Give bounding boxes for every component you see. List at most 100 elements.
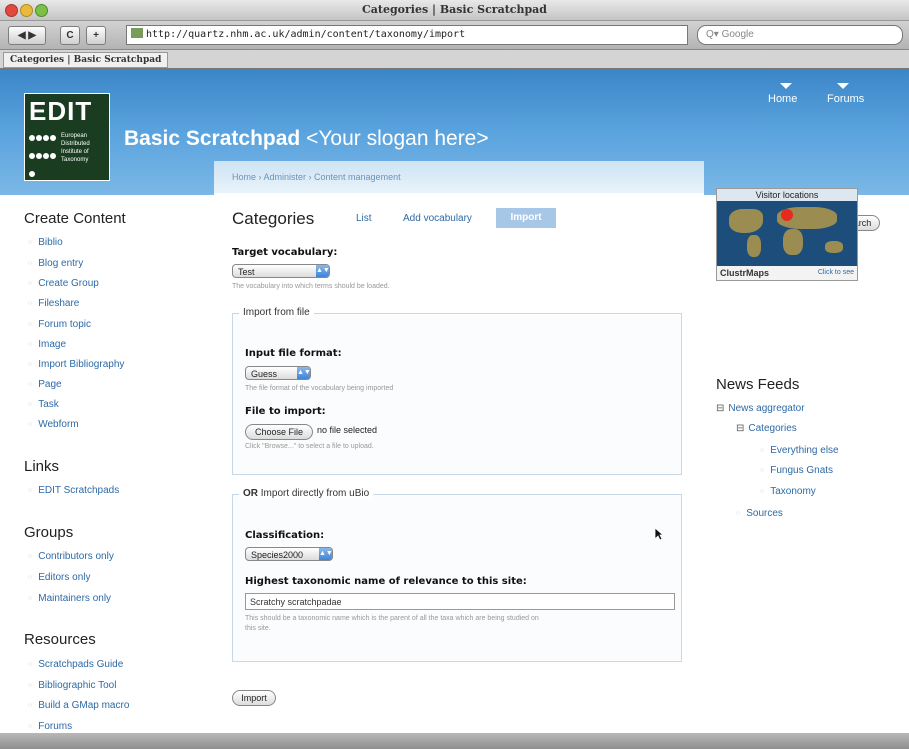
browser-search-field[interactable]: Q▾ Google: [697, 25, 903, 45]
map-land-shape: [747, 235, 761, 257]
classification-select[interactable]: Species2000 ▲▼: [245, 547, 333, 561]
sidebar-item-image[interactable]: Image: [28, 339, 66, 350]
sidebar-item-maintainers-only[interactable]: Maintainers only: [28, 593, 111, 604]
classification-label: Classification:: [245, 530, 325, 541]
tab-bar: Categories | Basic Scratchpad: [0, 50, 909, 69]
back-forward-button[interactable]: ◀ ▶: [8, 26, 46, 45]
map-land-shape: [729, 209, 763, 233]
map-visitor-dot: [781, 209, 793, 221]
main-content: Home › Administer › Content management C…: [214, 161, 704, 749]
import-from-file-legend: Import from file: [239, 307, 314, 318]
window-title: Categories | Basic Scratchpad: [362, 3, 547, 16]
browser-search-placeholder: Q▾ Google: [706, 29, 754, 40]
sidebar-item-scratchpads-guide[interactable]: Scratchpads Guide: [28, 659, 123, 670]
input-format-select[interactable]: Guess ▲▼: [245, 366, 311, 380]
taxon-name-label: Highest taxonomic name of relevance to t…: [245, 576, 527, 587]
taxon-name-description-2: this site.: [245, 625, 271, 632]
site-title[interactable]: Basic Scratchpad <Your slogan here>: [124, 127, 489, 151]
collapse-icon: ⊟: [716, 403, 725, 414]
page-title: Categories: [232, 209, 315, 228]
browser-toolbar: ◀ ▶ C + http://quartz.nhm.ac.uk/admin/co…: [0, 21, 909, 50]
forums-arrow-icon: [837, 83, 849, 89]
create-content-title: Create Content: [24, 210, 126, 227]
reload-button[interactable]: C: [60, 26, 80, 45]
map-land-shape: [825, 241, 843, 253]
favicon-icon: [131, 28, 143, 38]
address-url: http://quartz.nhm.ac.uk/admin/content/ta…: [146, 29, 466, 40]
news-aggregator-link[interactable]: ⊟ News aggregator: [716, 403, 805, 414]
browser-tab[interactable]: Categories | Basic Scratchpad: [3, 52, 169, 68]
target-vocabulary-description: The vocabulary into which terms should b…: [232, 283, 390, 290]
add-bookmark-button[interactable]: +: [86, 26, 106, 45]
sidebar-item-edit-scratchpads[interactable]: EDIT Scratchpads: [28, 485, 119, 496]
tab-import[interactable]: Import: [496, 208, 556, 228]
logo-text: EDIT: [29, 96, 93, 126]
sidebar-item-build-gmap-macro[interactable]: Build a GMap macro: [28, 700, 129, 711]
input-format-label: Input file format:: [245, 348, 342, 359]
import-button[interactable]: Import: [232, 690, 276, 706]
legend-text: Import directly from uBio: [258, 488, 370, 499]
visitor-map[interactable]: Visitor locations ClustrMaps Click to se…: [716, 188, 858, 281]
select-arrows-icon: ▲▼: [316, 265, 330, 277]
window-titlebar: Categories | Basic Scratchpad: [0, 0, 909, 21]
mouse-cursor-icon: [654, 527, 664, 541]
nav-forums[interactable]: Forums: [827, 93, 864, 105]
category-taxonomy[interactable]: Taxonomy: [760, 486, 816, 497]
file-status: no file selected: [317, 425, 378, 435]
sidebar-item-page[interactable]: Page: [28, 379, 61, 390]
sidebar-item-import-bibliography[interactable]: Import Bibliography: [28, 359, 124, 370]
sidebar-item-forum-topic[interactable]: Forum topic: [28, 319, 91, 330]
groups-title: Groups: [24, 524, 74, 541]
taxon-name-input[interactable]: Scratchy scratchpadae: [245, 593, 675, 610]
sidebar-item-editors-only[interactable]: Editors only: [28, 572, 90, 583]
categories-label: Categories: [748, 423, 797, 434]
choose-file-button[interactable]: Choose File: [245, 424, 313, 440]
import-ubio-fieldset: OR Import directly from uBio Classificat…: [232, 488, 682, 662]
breadcrumb[interactable]: Home › Administer › Content management: [232, 172, 401, 182]
sidebar-item-fileshare[interactable]: Fileshare: [28, 298, 79, 309]
sidebar-item-bibliographic-tool[interactable]: Bibliographic Tool: [28, 680, 116, 691]
address-bar[interactable]: http://quartz.nhm.ac.uk/admin/content/ta…: [126, 25, 806, 45]
clustrmaps-logo: ClustrMaps: [720, 268, 770, 278]
links-title: Links: [24, 458, 60, 475]
target-vocabulary-value: Test: [238, 267, 255, 277]
home-arrow-icon: [780, 83, 792, 89]
categories-link[interactable]: ⊟ Categories: [736, 423, 797, 434]
sidebar-item-create-group[interactable]: Create Group: [28, 278, 99, 289]
import-from-file-fieldset: Import from file Input file format: Gues…: [232, 307, 682, 475]
resources-title: Resources: [24, 631, 96, 648]
edit-logo[interactable]: EDIT European Distributed Institute of T…: [24, 93, 110, 181]
sidebar-item-webform[interactable]: Webform: [28, 419, 78, 430]
nav-home[interactable]: Home: [768, 93, 797, 105]
sidebar-item-contributors-only[interactable]: Contributors only: [28, 551, 114, 562]
logo-dots-icon: [29, 132, 59, 186]
sidebar-item-blog-entry[interactable]: Blog entry: [28, 258, 83, 269]
collapse-icon: ⊟: [736, 423, 745, 434]
taxon-name-description-1: This should be a taxonomic name which is…: [245, 615, 539, 622]
news-feeds-title: News Feeds: [716, 376, 800, 393]
map-link[interactable]: Click to see: [818, 266, 854, 280]
map-land-shape: [783, 229, 803, 255]
select-arrows-icon: ▲▼: [297, 367, 311, 379]
category-everything-else[interactable]: Everything else: [760, 445, 838, 456]
site-name: Basic Scratchpad: [124, 127, 301, 150]
sidebar-item-biblio[interactable]: Biblio: [28, 237, 62, 248]
taxon-name-value: Scratchy scratchpadae: [250, 597, 342, 607]
map-title: Visitor locations: [717, 189, 857, 201]
tab-list[interactable]: List: [356, 213, 372, 224]
sidebar-item-forums[interactable]: Forums: [28, 721, 72, 732]
sidebar-item-task[interactable]: Task: [28, 399, 59, 410]
target-vocabulary-label: Target vocabulary:: [232, 247, 338, 258]
input-format-description: The file format of the vocabulary being …: [245, 385, 394, 392]
target-vocabulary-select[interactable]: Test ▲▼: [232, 264, 330, 278]
legend-or: OR: [243, 488, 258, 499]
select-arrows-icon: ▲▼: [319, 548, 333, 560]
web-page: EDIT European Distributed Institute of T…: [0, 69, 909, 749]
category-fungus-gnats[interactable]: Fungus Gnats: [760, 465, 833, 476]
input-format-value: Guess: [251, 369, 278, 379]
tab-add-vocabulary[interactable]: Add vocabulary: [403, 213, 472, 224]
clustrmaps-bar: ClustrMaps Click to see: [717, 266, 857, 280]
sources-link[interactable]: Sources: [736, 508, 783, 519]
browser-status-bar: [0, 733, 909, 749]
breadcrumb-bar: Home › Administer › Content management: [214, 161, 704, 193]
